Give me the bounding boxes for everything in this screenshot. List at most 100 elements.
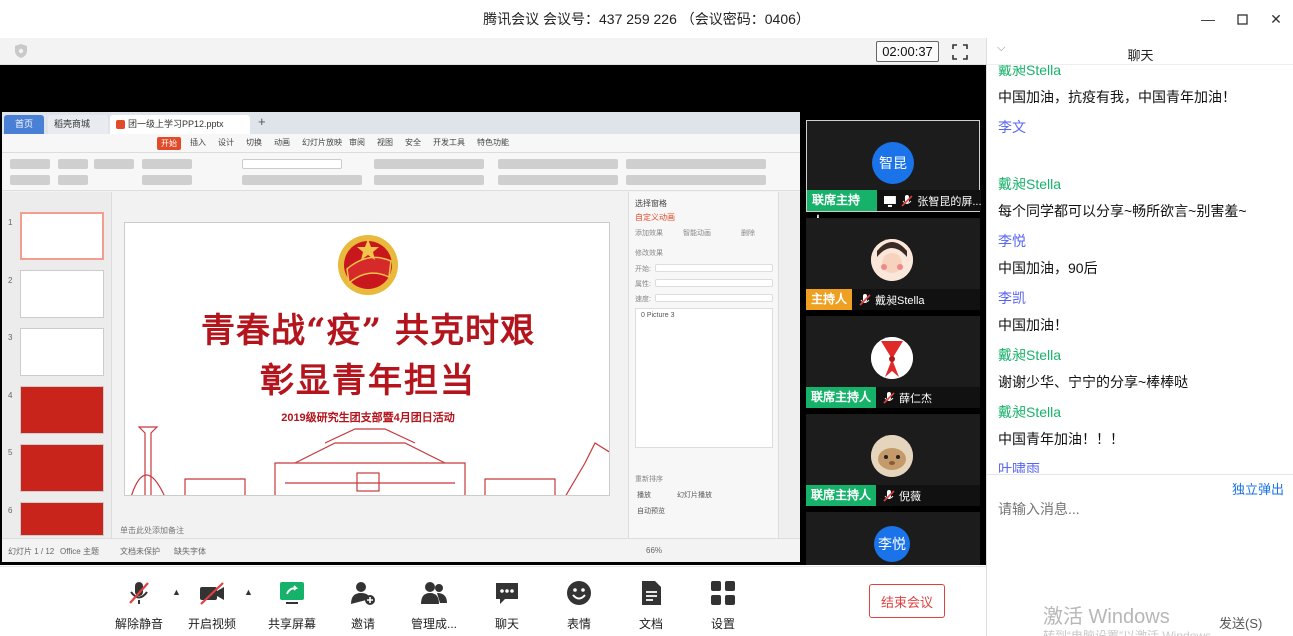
host-badge: 主持人 [806,289,853,310]
fullscreen-icon[interactable] [950,42,970,62]
anim-property-label: 属性: [635,281,651,288]
chat-sender: 李文 [998,119,1026,135]
unmute-label: 解除静音 [114,617,163,631]
share-screen-icon [280,582,304,604]
thumb-number: 6 [8,506,13,515]
participant-tile[interactable]: 智昆 联席主持人 张智昆的屏... [806,120,981,228]
anim-start-label: 开始: [635,266,651,273]
wps-menu-security: 安全 [405,138,421,147]
avatar-photo-icon [871,239,913,281]
anim-speed-label: 速度: [635,296,651,303]
members-icon [421,582,447,604]
manage-members-label: 管理成... [410,617,457,631]
anim-pane-subtitle: 自定义动画 [635,213,675,222]
chat-input-area: 独立弹出 激活 Windows 转到“电脑设置”以激活 Windows。 发送(… [987,474,1293,636]
unmute-button[interactable]: 解除静音 [109,567,169,636]
mic-muted-icon [129,582,149,604]
wps-status-bar: 幻灯片 1 / 12 Office 主题 文档未保护 缺失字体 66% [2,538,800,562]
participant-avatar: 智昆 [872,142,914,184]
chat-button[interactable]: 聊天 [477,567,537,636]
participant-name: 张智昆的屏... [917,195,981,208]
wps-tab-bar: 首页 稻壳商城 团一级上学习PP12.pptx + [2,112,800,134]
chevron-up-icon[interactable]: ▲ [244,587,253,597]
chat-message: 李文 [998,118,1288,136]
slide-thumbnail [20,386,104,434]
wps-side-toolbar [778,192,800,538]
anim-item: 0 Picture 3 [641,312,675,319]
thumb-number: 3 [8,333,13,342]
chat-sender: 李凯 [998,290,1026,306]
window-title: 腾讯会议 会议号：437 259 226 （会议密码：0406） [483,11,810,27]
end-meeting-button[interactable]: 结束会议 [869,584,945,618]
document-icon [642,581,661,605]
docs-label: 文档 [638,617,663,631]
start-video-button[interactable]: 开启视频 [182,567,242,636]
avatar-photo-icon [871,337,913,379]
thumb-number: 5 [8,448,13,457]
chat-sender: 叶啸雨 [998,461,1040,473]
send-button[interactable]: 发送(S) [1219,613,1262,632]
wps-menu-review: 审阅 [349,138,365,147]
tiananmen-skyline-illustration [131,426,609,495]
participant-tile[interactable]: 李悦 [806,512,980,565]
custom-animation-pane: 选择窗格 自定义动画 添加效果 智能动画 删除 修改效果 开始: 属性: 速度:… [628,192,778,538]
share-screen-button[interactable]: 共享屏幕 [262,567,322,636]
mic-muted-icon [883,391,895,404]
wps-menu-slideshow: 幻灯片放映 [302,138,342,147]
thumb-number: 4 [8,391,13,400]
chat-sender: 李悦 [998,233,1026,249]
wps-menu-bar: 开始 插入 设计 切换 动画 幻灯片放映 审阅 视图 安全 开发工具 特色功能 [2,134,800,153]
maximize-icon[interactable] [1225,0,1259,38]
reactions-label: 表情 [566,617,591,631]
shield-icon[interactable] [13,43,29,59]
anim-add-effect: 添加效果 [635,230,663,237]
anim-pane-title: 选择窗格 [635,199,667,208]
wps-tab-file: 团一级上学习PP12.pptx [110,115,250,134]
anim-delete: 删除 [741,230,755,237]
chat-sender: 戴昶Stella [998,347,1062,363]
slide-thumbnail [20,328,104,376]
slide-notes: 单击此处添加备注 [120,526,184,535]
wps-ribbon [2,153,800,191]
wps-menu-special: 特色功能 [477,138,509,147]
participant-tile[interactable]: 主持人 戴昶Stella [806,218,980,310]
chat-message: 戴昶Stella 中国加油，抗疫有我，中国青年加油！ [998,65,1288,106]
participant-tile[interactable]: 联席主持人 倪薇 [806,414,980,506]
mic-muted-icon [883,489,895,502]
cohost-badge: 联席主持人 [806,485,877,506]
start-video-label: 开启视频 [187,617,236,631]
invite-button[interactable]: 邀请 [333,567,393,636]
docs-button[interactable]: 文档 [621,567,681,636]
manage-members-button[interactable]: 管理成... [404,567,464,636]
participant-footer: 联席主持人 倪薇 [806,485,980,506]
screen-share-icon [883,195,896,207]
close-icon[interactable]: ✕ [1259,0,1293,38]
wps-tab-file-label: 团一级上学习PP12.pptx [128,119,224,129]
wps-menu-dev: 开发工具 [433,138,465,147]
title-bar: 腾讯会议 会议号：437 259 226 （会议密码：0406） — ✕ [0,0,1293,38]
participant-tile[interactable]: 联席主持人 薛仁杰 [806,316,980,408]
reactions-button[interactable]: 表情 [549,567,609,636]
wps-menu-view: 视图 [377,138,393,147]
chat-message-input[interactable] [998,499,1278,519]
slide-thumbnail-pane: 1 2 3 4 5 6 [2,192,112,538]
wps-menu-transition: 切换 [246,138,262,147]
minimize-icon[interactable]: — [1191,0,1225,38]
slide-thumbnail [20,444,104,492]
settings-button[interactable]: 设置 [693,567,753,636]
wps-menu-insert: 插入 [190,138,206,147]
chat-message: 李凯中国加油！ [998,289,1288,334]
wps-tab-home: 首页 [4,115,44,134]
chevron-up-icon[interactable]: ▲ [172,587,181,597]
popout-chat-button[interactable]: 独立弹出 [1232,479,1284,498]
chat-label: 聊天 [494,617,519,631]
chat-message-list[interactable]: 戴昶Stella 中国加油，抗疫有我，中国青年加油！ 李文 戴昶Stella 每个同学都… [987,65,1293,473]
chat-text: 中国加油！ [998,317,1068,333]
anim-auto-preview: 自动预览 [637,508,665,515]
chat-title: 聊天 [1127,48,1154,63]
meeting-timer: 02:00:37 [876,41,939,62]
cohost-badge: 联席主持人 [806,387,877,408]
participant-avatar [871,435,913,477]
thumb-number: 1 [8,218,13,227]
mic-muted-icon [859,293,871,306]
